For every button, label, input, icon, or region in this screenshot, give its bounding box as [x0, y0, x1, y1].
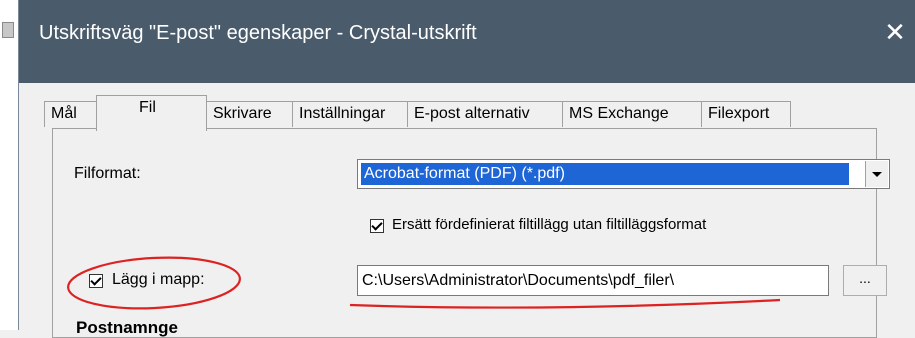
tab-label: Skrivare	[213, 105, 272, 122]
title-bar[interactable]: Utskriftsväg "E-post" egenskaper - Cryst…	[19, 0, 915, 83]
tab-label: E-post alternativ	[414, 105, 530, 122]
tab-skrivare[interactable]: Skrivare	[206, 101, 294, 127]
window-title: Utskriftsväg "E-post" egenskaper - Cryst…	[39, 22, 477, 44]
fileformat-select[interactable]: Acrobat-format (PDF) (*.pdf)	[357, 159, 890, 189]
replace-extension-label: Ersätt fördefinierat filtillägg utan fil…	[392, 216, 707, 233]
fileformat-label: Filformat:	[74, 165, 141, 182]
tab-mal[interactable]: Mål	[44, 101, 98, 127]
replace-extension-checkbox[interactable]	[370, 219, 384, 233]
tab-label: MS Exchange	[569, 105, 669, 122]
next-section-heading: Postnamnge	[76, 318, 179, 337]
tab-label: Inställningar	[299, 105, 386, 122]
browse-button[interactable]: ...	[843, 265, 887, 296]
folder-label: Lägg i mapp:	[112, 271, 205, 288]
folder-path-input[interactable]: C:\Users\Administrator\Documents\pdf_fil…	[357, 265, 829, 296]
tab-ms-exchange[interactable]: MS Exchange	[562, 101, 703, 127]
close-icon[interactable]: ✕	[878, 16, 912, 50]
tab-filexport[interactable]: Filexport	[701, 101, 791, 127]
tab-installningar[interactable]: Inställningar	[292, 101, 409, 127]
tab-bar: Mål Fil Skrivare Inställningar E-post al…	[36, 95, 896, 131]
tab-label: Mål	[51, 105, 77, 122]
folder-checkbox[interactable]	[89, 274, 103, 288]
fileformat-selected-value: Acrobat-format (PDF) (*.pdf)	[361, 163, 849, 185]
document-icon	[2, 22, 14, 38]
tab-fil[interactable]: Fil	[96, 95, 207, 131]
tab-label: Filexport	[708, 105, 770, 122]
tab-label: Fil	[139, 99, 156, 116]
background-window-edge	[0, 0, 19, 330]
tab-epost-alternativ[interactable]: E-post alternativ	[407, 101, 564, 127]
chevron-down-icon[interactable]	[865, 161, 888, 187]
